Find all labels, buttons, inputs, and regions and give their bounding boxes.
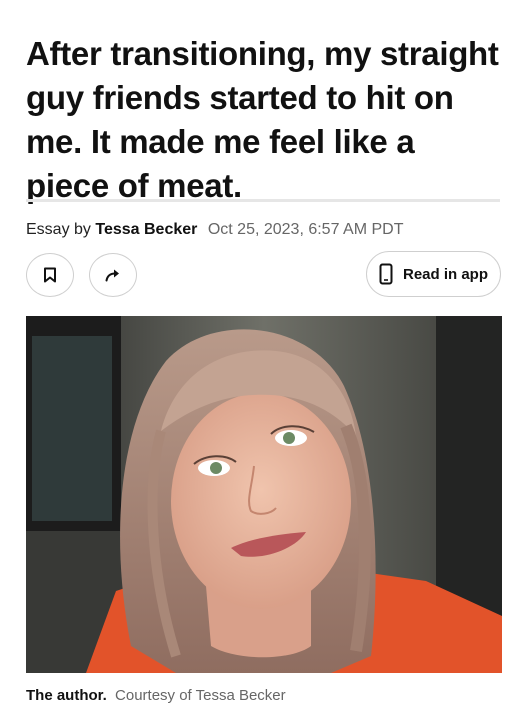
read-in-app-button[interactable]: Read in app (366, 251, 501, 297)
byline: Essay by Tessa Becker Oct 25, 2023, 6:57… (26, 219, 403, 241)
author-photo (26, 316, 502, 673)
bookmark-button[interactable] (26, 253, 74, 297)
headline: After transitioning, my straight guy fri… (26, 35, 499, 205)
byline-prefix: Essay by (26, 221, 91, 238)
phone-icon (379, 263, 393, 285)
caption-label: The author. (26, 687, 107, 704)
author-photo-illustration (26, 316, 502, 673)
bookmark-icon (44, 267, 56, 283)
caption-credit: Courtesy of Tessa Becker (115, 687, 286, 704)
read-in-app-label: Read in app (403, 265, 489, 283)
share-arrow-icon (105, 269, 119, 282)
divider (26, 199, 500, 202)
share-button[interactable] (89, 253, 137, 297)
author-link[interactable]: Tessa Becker (95, 221, 197, 238)
publish-date: Oct 25, 2023, 6:57 AM PDT (207, 221, 404, 238)
photo-caption: The author. Courtesy of Tessa Becker (26, 686, 286, 706)
